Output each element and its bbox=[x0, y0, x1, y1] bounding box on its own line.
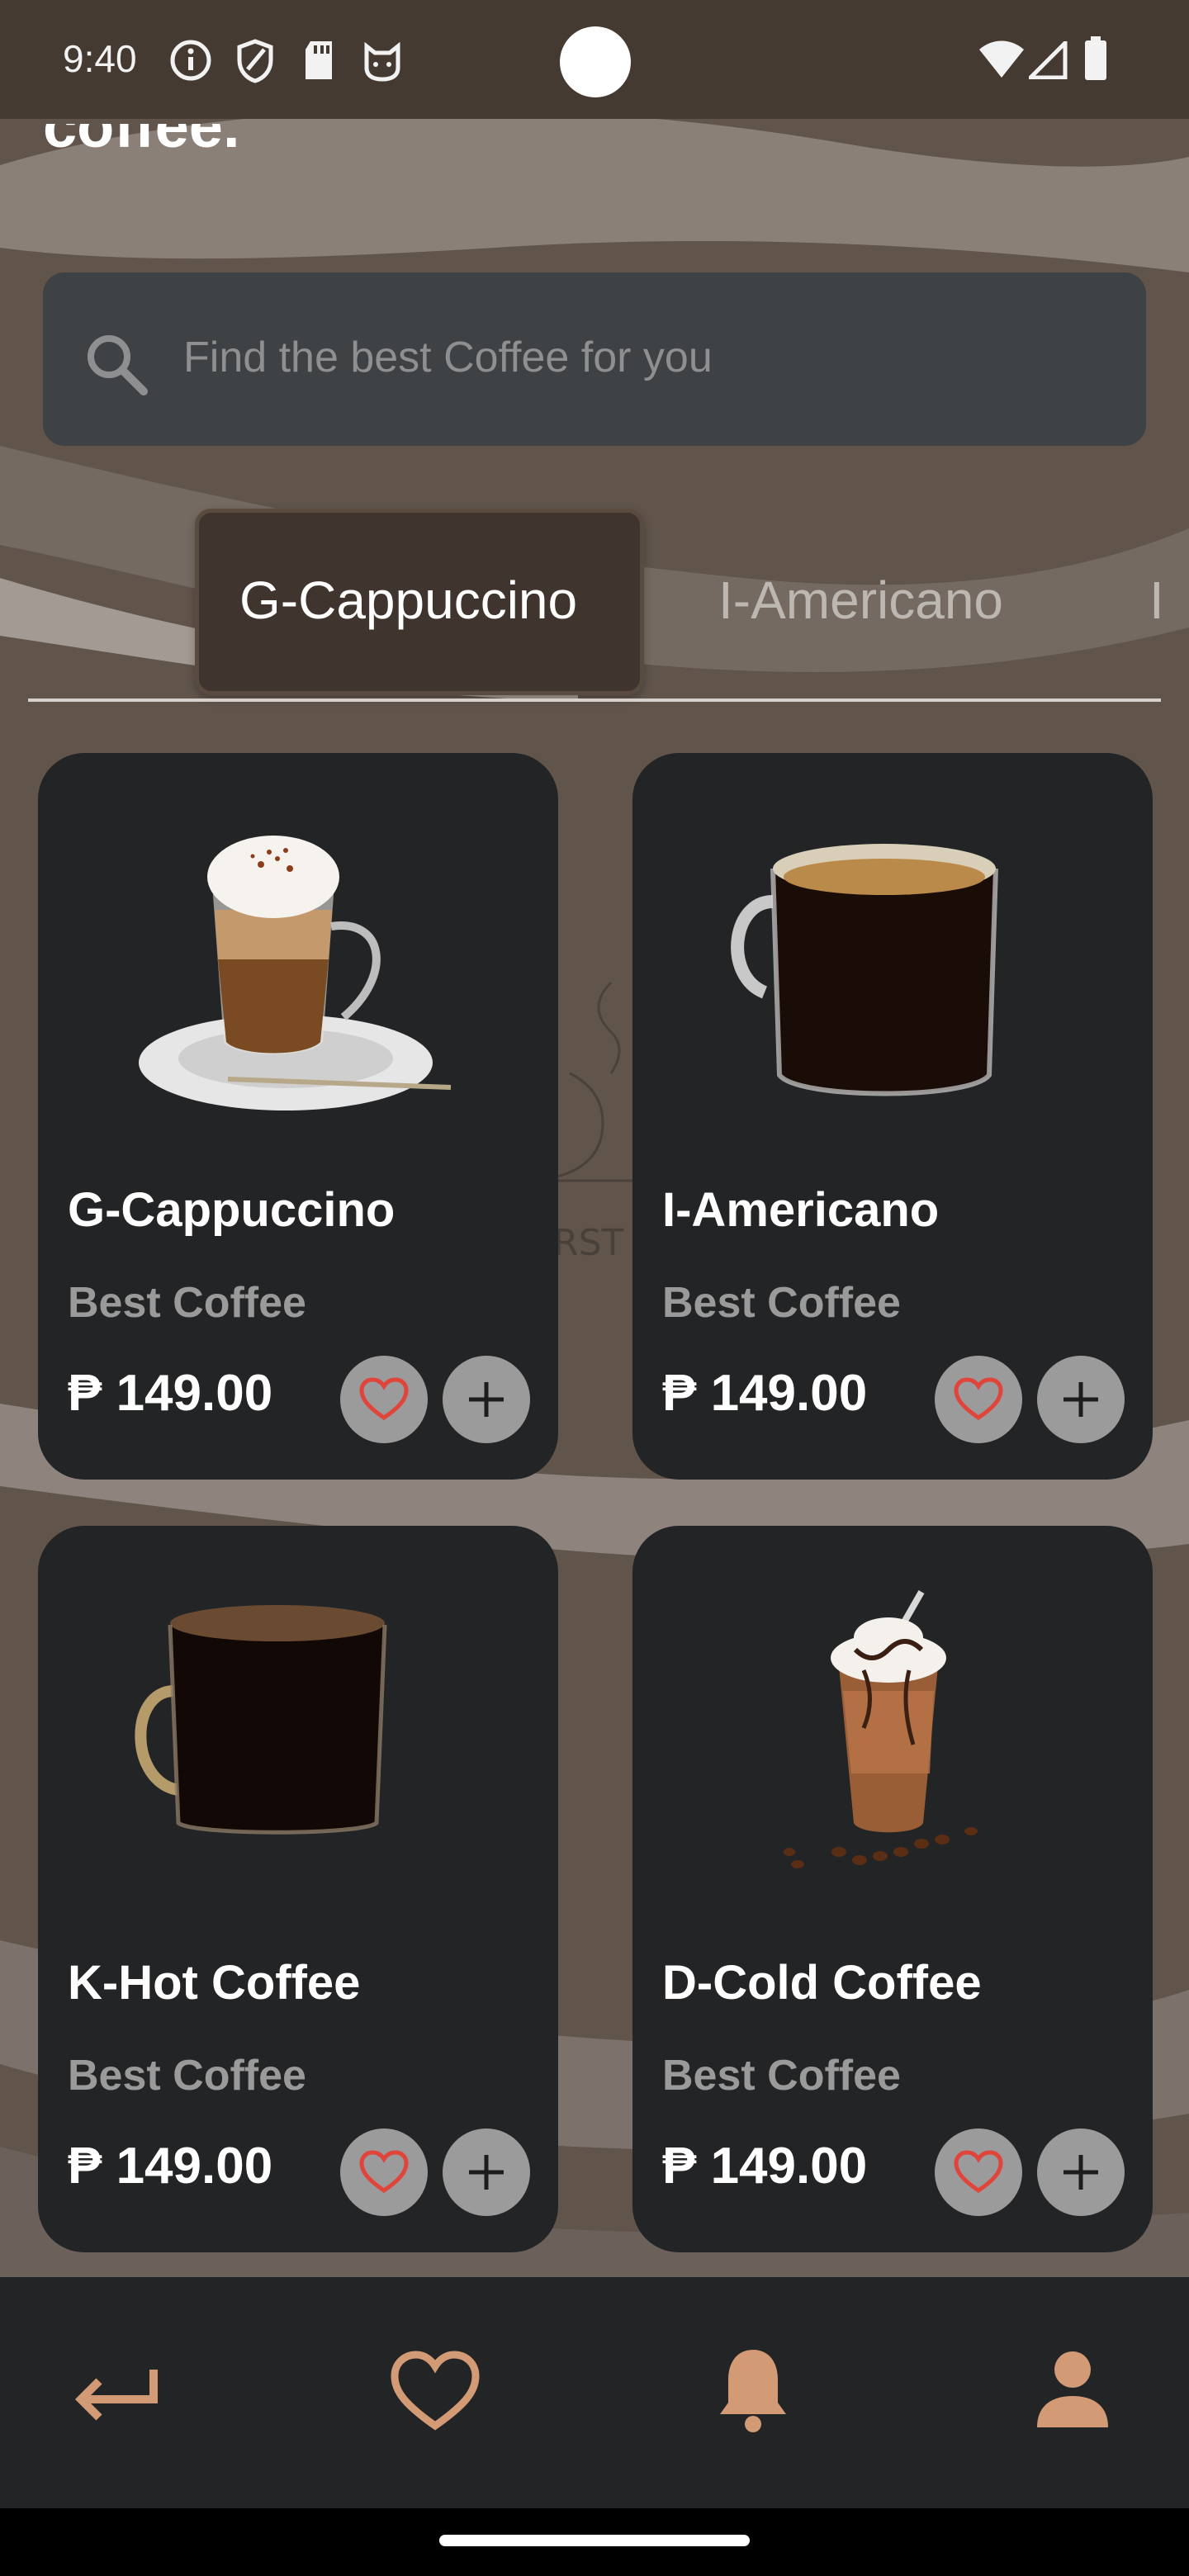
product-price: ₱ 149.00 bbox=[662, 1365, 868, 1422]
bottom-navigation bbox=[0, 2277, 1189, 2508]
status-bar: 9:40 bbox=[0, 0, 1189, 119]
product-subtitle: Best Coffee bbox=[662, 1279, 901, 1327]
tab-divider bbox=[28, 698, 1161, 702]
product-card[interactable]: K-Hot Coffee Best Coffee ₱ 149.00 bbox=[38, 1526, 558, 2252]
product-card[interactable]: I-Americano Best Coffee ₱ 149.00 bbox=[632, 753, 1153, 1480]
tab-i-americano[interactable]: I-Americano bbox=[718, 570, 1003, 631]
status-time: 9:40 bbox=[63, 37, 137, 80]
back-arrow-icon[interactable] bbox=[71, 2363, 162, 2429]
signal-icon bbox=[1029, 41, 1068, 79]
product-subtitle: Best Coffee bbox=[68, 1279, 306, 1327]
heart-icon bbox=[359, 1377, 409, 1421]
product-name: G-Cappuccino bbox=[68, 1183, 396, 1237]
camera-cutout bbox=[560, 26, 631, 97]
heart-icon bbox=[359, 2150, 409, 2194]
product-price: ₱ 149.00 bbox=[662, 2138, 868, 2195]
wifi-icon bbox=[979, 40, 1024, 78]
search-bar[interactable] bbox=[43, 272, 1146, 446]
battery-icon bbox=[1085, 36, 1106, 80]
search-icon bbox=[88, 335, 148, 395]
product-name: K-Hot Coffee bbox=[68, 1956, 361, 2010]
product-price: ₱ 149.00 bbox=[68, 1365, 273, 1422]
product-subtitle: Best Coffee bbox=[68, 2052, 306, 2100]
product-card[interactable]: D-Cold Coffee Best Coffee ₱ 149.00 bbox=[632, 1526, 1153, 2252]
product-name: D-Cold Coffee bbox=[662, 1956, 982, 2010]
heart-icon[interactable] bbox=[390, 2350, 481, 2432]
category-tabs: G-Cappuccino I-Americano I bbox=[0, 495, 1189, 710]
plus-icon bbox=[1063, 2155, 1098, 2190]
product-name: I-Americano bbox=[662, 1183, 940, 1237]
add-to-cart-button[interactable] bbox=[1037, 1356, 1125, 1443]
product-card[interactable]: G-Cappuccino Best Coffee ₱ 149.00 bbox=[38, 753, 558, 1480]
gesture-bar bbox=[0, 2508, 1189, 2576]
sd-card-icon bbox=[306, 41, 332, 79]
plus-icon bbox=[1063, 1382, 1098, 1417]
tab-next[interactable]: I bbox=[1149, 570, 1164, 631]
add-to-cart-button[interactable] bbox=[443, 2129, 530, 2216]
favorite-button[interactable] bbox=[935, 1356, 1022, 1443]
heart-icon bbox=[954, 1377, 1003, 1421]
plus-icon bbox=[469, 1382, 504, 1417]
add-to-cart-button[interactable] bbox=[1037, 2129, 1125, 2216]
tab-label-g-cappuccino[interactable]: G-Cappuccino bbox=[239, 570, 577, 631]
product-price: ₱ 149.00 bbox=[68, 2138, 273, 2195]
shield-icon bbox=[237, 39, 273, 83]
hot-coffee-image bbox=[135, 1605, 387, 1835]
favorite-button[interactable] bbox=[340, 1356, 428, 1443]
plus-icon bbox=[469, 2155, 504, 2190]
info-icon bbox=[170, 40, 211, 81]
product-subtitle: Best Coffee bbox=[662, 2052, 901, 2100]
heart-icon bbox=[954, 2150, 1003, 2194]
profile-icon[interactable] bbox=[1034, 2350, 1111, 2429]
favorite-button[interactable] bbox=[340, 2129, 428, 2216]
home-indicator[interactable] bbox=[439, 2535, 750, 2546]
add-to-cart-button[interactable] bbox=[443, 1356, 530, 1443]
page-title: coffee. bbox=[43, 124, 240, 160]
bell-icon[interactable] bbox=[715, 2345, 791, 2436]
americano-image bbox=[731, 844, 998, 1096]
iced-coffee-image bbox=[784, 1590, 978, 1868]
search-input[interactable] bbox=[182, 324, 1093, 391]
cappuccino-image bbox=[139, 836, 452, 1110]
cat-face-icon bbox=[364, 41, 400, 82]
favorite-button[interactable] bbox=[935, 2129, 1022, 2216]
